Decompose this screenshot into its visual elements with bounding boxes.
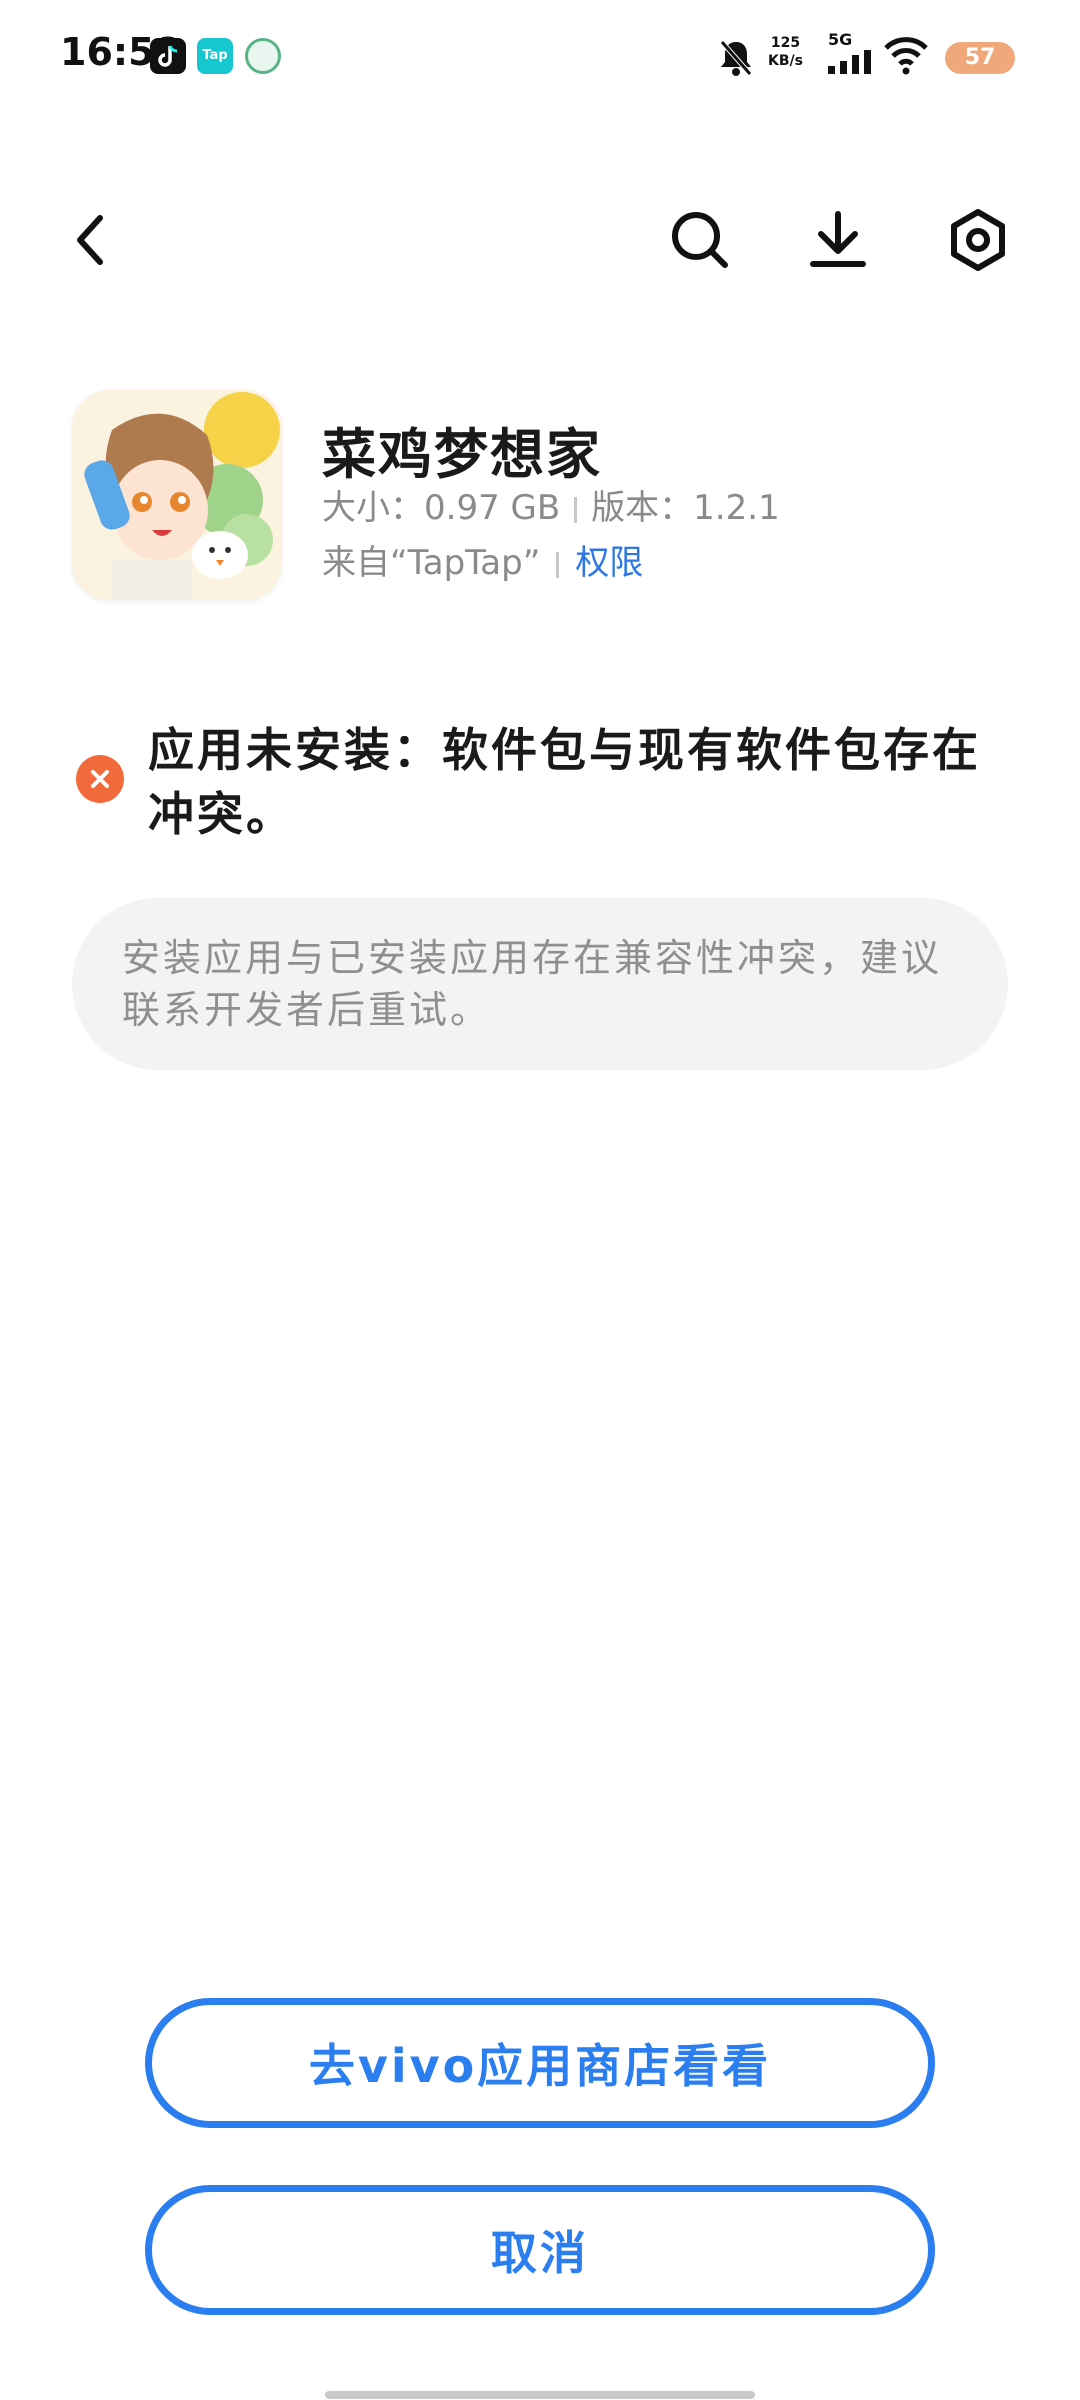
vivo-store-button[interactable]: 去vivo应用商店看看 bbox=[145, 1998, 935, 2128]
settings-button[interactable] bbox=[943, 205, 1013, 275]
status-bar: 16:58 Tap 125 KB/s 5G 57 bbox=[0, 0, 1080, 110]
error-message: 应用未安装：软件包与现有软件包存在冲突。 bbox=[148, 723, 981, 841]
app-source: 来自“TapTap” bbox=[322, 543, 541, 583]
meta-divider bbox=[574, 496, 578, 523]
douyin-notification-icon bbox=[150, 38, 186, 74]
network-speed-unit: KB/s bbox=[768, 53, 803, 69]
back-button[interactable] bbox=[55, 205, 125, 275]
network-speed: 125 KB/s bbox=[768, 34, 803, 70]
bell-muted-icon bbox=[718, 38, 754, 82]
chevron-left-icon bbox=[77, 215, 103, 265]
app-source-row: 来自“TapTap” 权限 bbox=[322, 535, 643, 584]
battery-indicator: 57 bbox=[945, 42, 1015, 74]
cancel-button[interactable]: 取消 bbox=[145, 2185, 935, 2315]
top-nav bbox=[0, 195, 1080, 285]
leaf-notification-icon bbox=[245, 38, 281, 74]
error-detail-text: 安装应用与已安装应用存在兼容性冲突，建议联系开发者后重试。 bbox=[122, 936, 943, 1032]
app-name: 菜鸡梦想家 bbox=[322, 423, 602, 486]
error-icon bbox=[76, 755, 124, 803]
wifi-icon bbox=[883, 36, 929, 80]
download-icon bbox=[810, 211, 866, 267]
search-button[interactable] bbox=[665, 205, 735, 275]
error-detail-box: 安装应用与已安装应用存在兼容性冲突，建议联系开发者后重试。 bbox=[72, 898, 1008, 1070]
app-version: 版本：1.2.1 bbox=[591, 488, 780, 528]
app-meta: 大小：0.97 GB 版本：1.2.1 bbox=[322, 480, 780, 529]
permissions-link[interactable]: 权限 bbox=[575, 543, 643, 583]
signal-5g-icon: 5G bbox=[828, 32, 874, 78]
app-icon bbox=[72, 390, 282, 600]
app-size: 大小：0.97 GB bbox=[322, 488, 561, 528]
taptap-notification-icon: Tap bbox=[197, 38, 233, 74]
network-speed-value: 125 bbox=[770, 35, 801, 51]
search-icon bbox=[672, 212, 728, 268]
network-type-label: 5G bbox=[828, 30, 853, 49]
source-divider bbox=[556, 551, 560, 578]
gear-icon bbox=[951, 209, 1005, 271]
download-button[interactable] bbox=[803, 205, 873, 275]
home-indicator[interactable] bbox=[325, 2391, 755, 2399]
